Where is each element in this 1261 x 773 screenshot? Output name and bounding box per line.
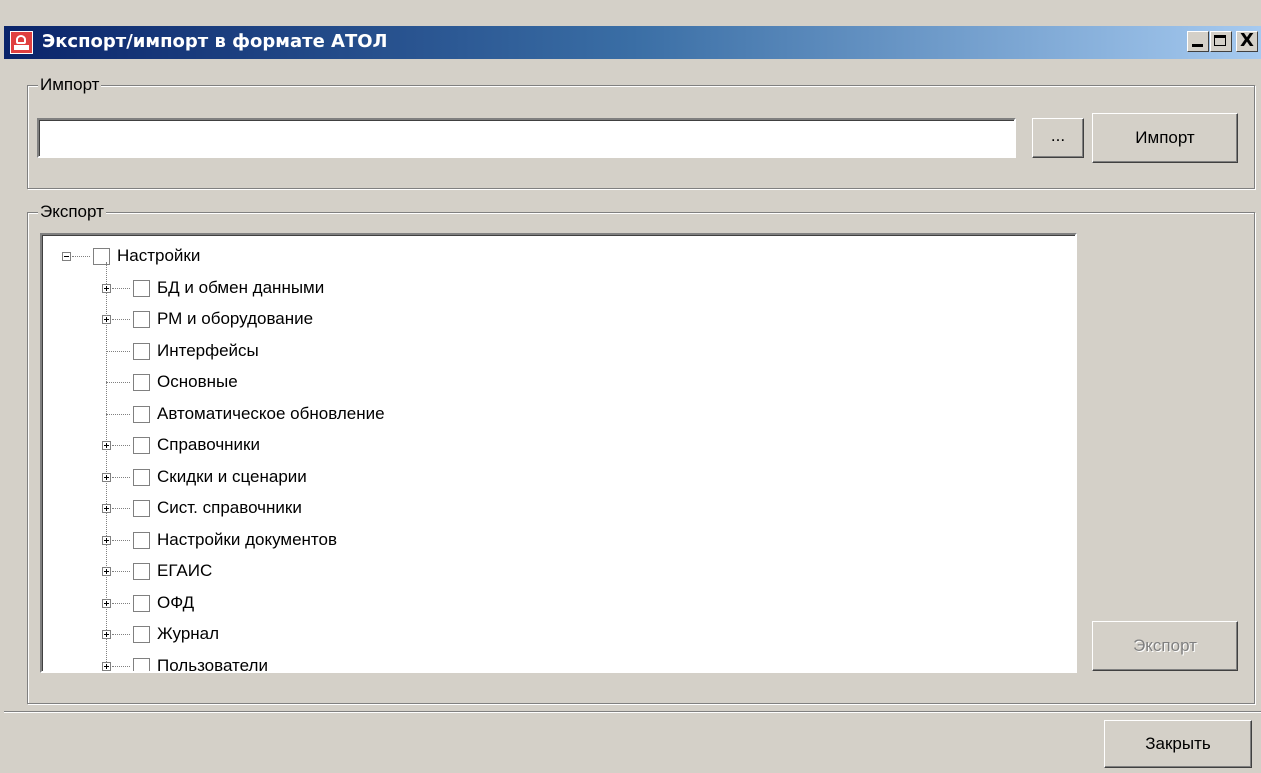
tree-checkbox[interactable] bbox=[133, 468, 150, 486]
expand-icon[interactable] bbox=[102, 441, 111, 450]
tree-checkbox[interactable] bbox=[93, 248, 110, 265]
import-group-label: Импорт bbox=[38, 75, 102, 95]
tree-item-label: БД и обмен данными bbox=[157, 277, 325, 297]
tree-checkbox[interactable] bbox=[133, 437, 150, 454]
tree-connector bbox=[112, 539, 130, 541]
tree-item[interactable]: Справочники bbox=[42, 431, 1042, 461]
tree-item[interactable]: Автоматическое обновление bbox=[42, 400, 1042, 430]
window-title: Экспорт/импорт в формате АТОЛ bbox=[42, 31, 388, 52]
tree-item-label: Скидки и сценарии bbox=[157, 466, 307, 486]
tree-item[interactable]: Пользователи bbox=[42, 652, 1042, 673]
close-icon: X bbox=[1240, 30, 1254, 51]
tree-item-label: Основные bbox=[157, 372, 238, 391]
tree-connector bbox=[112, 319, 130, 320]
maximize-button[interactable] bbox=[1210, 31, 1232, 52]
expand-icon[interactable] bbox=[102, 283, 111, 293]
tree-item-label: ЕГАИС bbox=[157, 561, 213, 580]
expand-icon[interactable] bbox=[102, 504, 111, 513]
import-path-field[interactable] bbox=[37, 118, 1016, 158]
tree-checkbox[interactable] bbox=[133, 657, 150, 671]
tree-item[interactable]: Журнал bbox=[42, 620, 1042, 650]
tree-item-label: Журнал bbox=[157, 624, 220, 643]
tree-item-label: Сист. справочники bbox=[157, 498, 302, 517]
tree-checkbox[interactable] bbox=[133, 342, 150, 360]
tree-item[interactable]: Сист. справочники bbox=[42, 494, 1042, 524]
tree-connector bbox=[112, 476, 130, 478]
import-button[interactable]: Импорт bbox=[1092, 113, 1238, 163]
tree-checkbox[interactable] bbox=[133, 500, 150, 517]
tree-item[interactable]: ЕГАИС bbox=[42, 557, 1042, 587]
tree-item-label: Автоматическое обновление bbox=[157, 403, 385, 423]
collapse-icon[interactable] bbox=[62, 252, 71, 261]
tree-connector bbox=[112, 445, 130, 446]
export-button[interactable]: Экспорт bbox=[1092, 621, 1238, 671]
minimize-button[interactable] bbox=[1187, 31, 1209, 52]
title-bar[interactable]: Экспорт/импорт в формате АТОЛ X bbox=[4, 26, 1261, 59]
tree-item-label: Настройки bbox=[117, 246, 201, 265]
close-window-button[interactable]: X bbox=[1236, 30, 1258, 52]
expand-icon[interactable] bbox=[102, 630, 111, 639]
tree-checkbox[interactable] bbox=[133, 279, 150, 297]
tree-checkbox[interactable] bbox=[133, 626, 150, 643]
tree-connector bbox=[72, 256, 90, 257]
tree-item-label: Справочники bbox=[157, 435, 260, 454]
import-path-input[interactable] bbox=[39, 120, 1014, 156]
tree-checkbox[interactable] bbox=[133, 405, 150, 423]
tree-item[interactable]: Настройки документов bbox=[42, 526, 1042, 556]
tree-checkbox[interactable] bbox=[133, 563, 150, 580]
expand-icon[interactable] bbox=[102, 661, 111, 671]
export-tree[interactable]: Настройки БД и обмен данными РМ и оборудов… bbox=[40, 233, 1077, 673]
tree-checkbox[interactable] bbox=[133, 531, 150, 549]
app-icon bbox=[10, 31, 33, 54]
tree-checkbox[interactable] bbox=[133, 374, 150, 391]
expand-icon[interactable] bbox=[102, 567, 111, 576]
tree-item-label: Интерфейсы bbox=[157, 340, 259, 360]
tree-item[interactable]: РМ и оборудование bbox=[42, 305, 1042, 335]
tree-connector bbox=[112, 602, 130, 604]
expand-icon[interactable] bbox=[102, 315, 111, 324]
tree-connector bbox=[112, 665, 130, 667]
tree-connector bbox=[112, 287, 130, 289]
expand-icon[interactable] bbox=[102, 472, 111, 482]
tree-connector bbox=[112, 571, 130, 572]
tree-item-label: Настройки документов bbox=[157, 529, 338, 549]
expand-icon[interactable] bbox=[102, 598, 111, 608]
tree-connector bbox=[106, 382, 130, 383]
tree-checkbox[interactable] bbox=[133, 311, 150, 328]
tree-item[interactable]: Интерфейсы bbox=[42, 337, 1042, 367]
tree-item-label: ОФД bbox=[157, 592, 195, 612]
tree-item[interactable]: ОФД bbox=[42, 589, 1042, 619]
expand-icon[interactable] bbox=[102, 535, 111, 545]
tree-connector bbox=[106, 413, 130, 415]
footer-separator bbox=[4, 711, 1261, 713]
tree-connector bbox=[112, 634, 130, 635]
tree-connector bbox=[112, 508, 130, 509]
export-import-dialog: Экспорт/импорт в формате АТОЛ X Импорт .… bbox=[0, 0, 1261, 773]
browse-button[interactable]: ... bbox=[1032, 118, 1084, 158]
close-button[interactable]: Закрыть bbox=[1104, 720, 1252, 768]
tree-item[interactable]: Скидки и сценарии bbox=[42, 463, 1042, 493]
tree-item[interactable]: Основные bbox=[42, 368, 1042, 398]
export-group-label: Экспорт bbox=[38, 202, 106, 222]
tree-item-label: РМ и оборудование bbox=[157, 309, 314, 328]
tree-root-item[interactable]: Настройки bbox=[42, 242, 1042, 272]
tree-connector bbox=[106, 350, 130, 352]
tree-checkbox[interactable] bbox=[133, 594, 150, 612]
tree-item[interactable]: БД и обмен данными bbox=[42, 274, 1042, 304]
tree-item-label: Пользователи bbox=[157, 655, 268, 673]
